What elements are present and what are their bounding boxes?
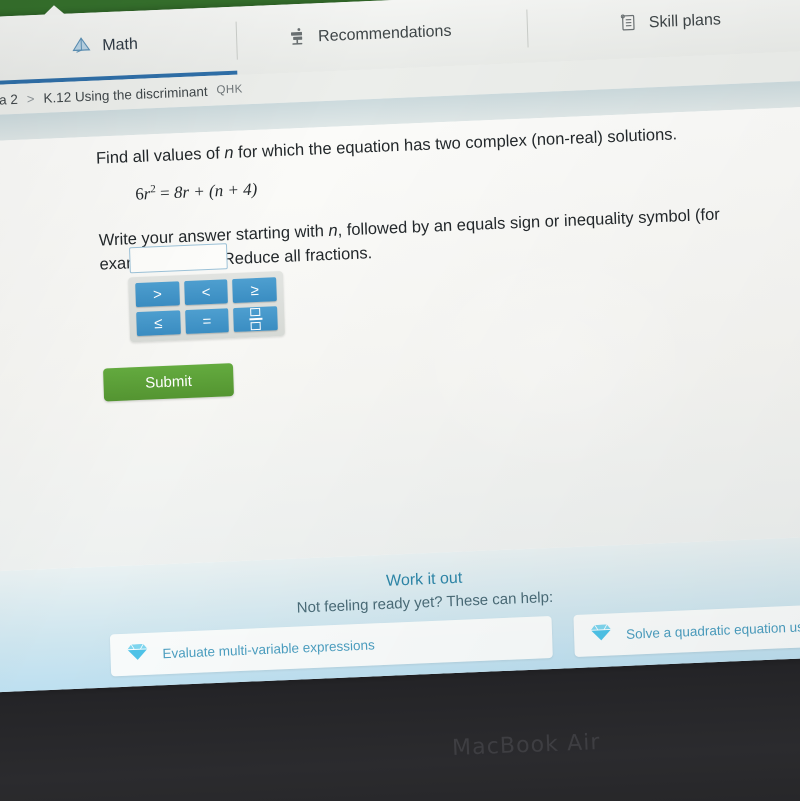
key-less-or-equal[interactable]: ≤ [136,310,181,337]
help-card-solve-quadratic[interactable]: Solve a quadratic equation using the qua [573,596,800,658]
tab-math[interactable]: Math [0,7,237,86]
key-less-than[interactable]: < [183,279,229,306]
diamond-icon [126,642,149,667]
key-equals[interactable]: = [184,308,230,335]
pyramid-icon [71,34,92,60]
answer-input[interactable] [129,243,228,274]
submit-button[interactable]: Submit [103,363,234,402]
browser-screen: g Assessment Analytics [0,0,800,693]
breadcrumb-course[interactable]: gebra 2 [0,91,18,108]
screenshot-root: MacBook Air g Assessment Analytics [0,0,800,801]
question-prompt-before: Find all values of [95,144,225,168]
equation-right-side: 8r + (n + 4) [173,179,258,202]
help-card-label: Evaluate multi-variable expressions [162,636,375,661]
diamond-icon [590,622,613,647]
clipboard-icon [617,11,638,37]
equation-relation: = [159,183,171,203]
key-greater-or-equal[interactable]: ≥ [232,277,277,304]
fraction-icon [249,308,263,331]
tab-recommendations-label: Recommendations [317,22,452,46]
breadcrumb-skill: K.12 Using the discriminant [43,83,208,106]
key-fraction[interactable] [233,306,278,332]
key-greater-than[interactable]: > [135,281,180,308]
tab-math-label: Math [102,35,139,55]
symbol-keypad: > < ≥ ≤ = [128,270,286,343]
breadcrumb-skill-code: QHK [216,83,243,97]
equation-left-exponent: 2 [150,183,156,196]
help-card-evaluate-expressions[interactable]: Evaluate multi-variable expressions [109,615,553,677]
question-work-area: Find all values of n for which the equat… [0,105,800,693]
question-prompt-after: for which the equation has two complex (… [233,125,678,162]
screen-glare-upper [403,231,711,484]
signpost-icon [287,25,308,51]
tab-skill-plans-label: Skill plans [648,11,722,32]
help-card-label: Solve a quadratic equation using the qua [625,616,800,642]
breadcrumb-separator: > [26,90,35,106]
